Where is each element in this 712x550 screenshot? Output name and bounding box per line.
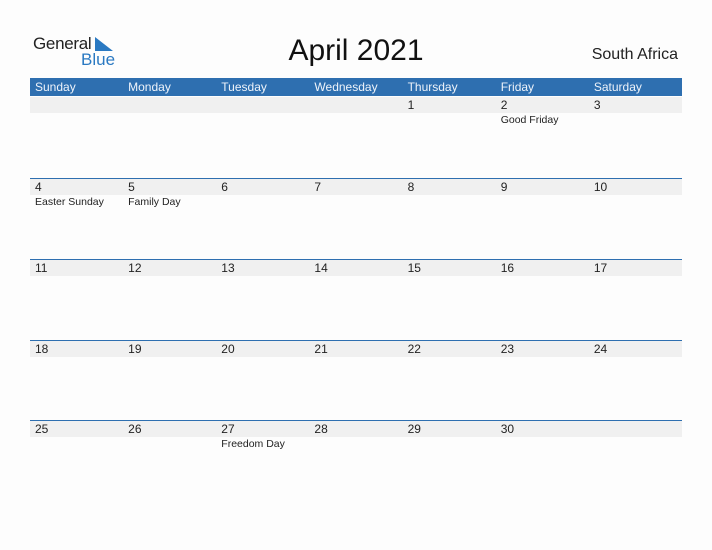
day-number: 26 <box>128 422 142 436</box>
day-number: 16 <box>500 261 515 275</box>
day-cell: 18 <box>30 341 123 422</box>
day-number: 27 <box>221 422 235 436</box>
weekday-monday: Monday <box>128 80 171 94</box>
day-cell: 17 <box>589 260 682 341</box>
day-number: 14 <box>314 261 328 275</box>
day-number: 23 <box>500 342 515 356</box>
day-number: 8 <box>407 180 415 194</box>
day-number: 30 <box>500 422 515 436</box>
day-number: 21 <box>314 342 328 356</box>
day-number: 1 <box>407 98 415 112</box>
day-cell: 4 Easter Sunday <box>30 179 123 260</box>
holiday-label: Good Friday <box>500 114 559 126</box>
day-number: 7 <box>314 180 322 194</box>
day-number: 10 <box>593 180 608 194</box>
day-number: 9 <box>500 180 508 194</box>
day-cell: 20 <box>216 341 309 422</box>
day-cell: 9 <box>496 179 589 260</box>
day-number: 13 <box>221 261 235 275</box>
day-cell <box>309 97 402 178</box>
day-cell: 28 <box>309 421 402 502</box>
day-cell: 10 <box>589 179 682 260</box>
day-number: 4 <box>35 180 42 194</box>
weekday-wednesday: Wednesday <box>314 80 378 94</box>
day-number: 19 <box>128 342 142 356</box>
country-name: South Africa <box>591 46 678 63</box>
week-row: 11 12 13 14 15 16 17 <box>30 259 682 341</box>
day-cell <box>216 97 309 178</box>
day-cell <box>123 97 216 178</box>
holiday-label: Easter Sunday <box>35 196 104 208</box>
day-cell: 22 <box>403 341 496 422</box>
day-cell: 6 <box>216 179 309 260</box>
week-row: 25 26 27 Freedom Day 28 29 30 <box>30 420 682 502</box>
day-cell: 2 Good Friday <box>496 97 589 178</box>
holiday-label: Family Day <box>128 196 181 208</box>
day-number: 24 <box>593 342 608 356</box>
day-number: 22 <box>407 342 421 356</box>
day-cell: 24 <box>589 341 682 422</box>
day-cell: 19 <box>123 341 216 422</box>
day-number: 15 <box>407 261 421 275</box>
week-row: 4 Easter Sunday 5 Family Day 6 7 8 9 10 <box>30 178 682 260</box>
day-number: 3 <box>593 98 601 112</box>
day-number: 28 <box>314 422 328 436</box>
weekday-friday: Friday <box>500 80 535 94</box>
day-cell: 1 <box>403 97 496 178</box>
day-cell: 29 <box>403 421 496 502</box>
day-cell <box>589 421 682 502</box>
day-number: 17 <box>593 261 608 275</box>
day-cell: 16 <box>496 260 589 341</box>
day-number: 12 <box>128 261 142 275</box>
week-row: 1 2 Good Friday 3 <box>30 97 682 178</box>
day-cell: 5 Family Day <box>123 179 216 260</box>
day-number: 18 <box>35 342 49 356</box>
day-cell: 21 <box>309 341 402 422</box>
day-number: 2 <box>500 98 508 112</box>
day-cell: 23 <box>496 341 589 422</box>
day-number: 20 <box>221 342 235 356</box>
day-cell: 3 <box>589 97 682 178</box>
day-number: 29 <box>407 422 421 436</box>
weekday-thursday: Thursday <box>407 80 458 94</box>
weekday-header: Sunday Monday Tuesday Wednesday Thursday… <box>30 78 682 96</box>
day-cell: 27 Freedom Day <box>216 421 309 502</box>
holiday-label: Freedom Day <box>221 438 285 450</box>
weekday-tuesday: Tuesday <box>221 80 267 94</box>
day-cell: 11 <box>30 260 123 341</box>
day-cell: 30 <box>496 421 589 502</box>
day-cell: 14 <box>309 260 402 341</box>
day-number: 25 <box>35 422 49 436</box>
day-cell: 7 <box>309 179 402 260</box>
day-cell: 26 <box>123 421 216 502</box>
day-cell: 15 <box>403 260 496 341</box>
day-cell: 13 <box>216 260 309 341</box>
weekday-saturday: Saturday <box>593 80 642 94</box>
day-cell: 12 <box>123 260 216 341</box>
day-number: 11 <box>35 261 48 275</box>
week-row: 18 19 20 21 22 23 24 <box>30 340 682 422</box>
day-cell: 25 <box>30 421 123 502</box>
day-number: 6 <box>221 180 228 194</box>
day-cell: 8 <box>403 179 496 260</box>
day-cell <box>30 97 123 178</box>
weekday-sunday: Sunday <box>35 80 76 94</box>
day-number: 5 <box>128 180 135 194</box>
